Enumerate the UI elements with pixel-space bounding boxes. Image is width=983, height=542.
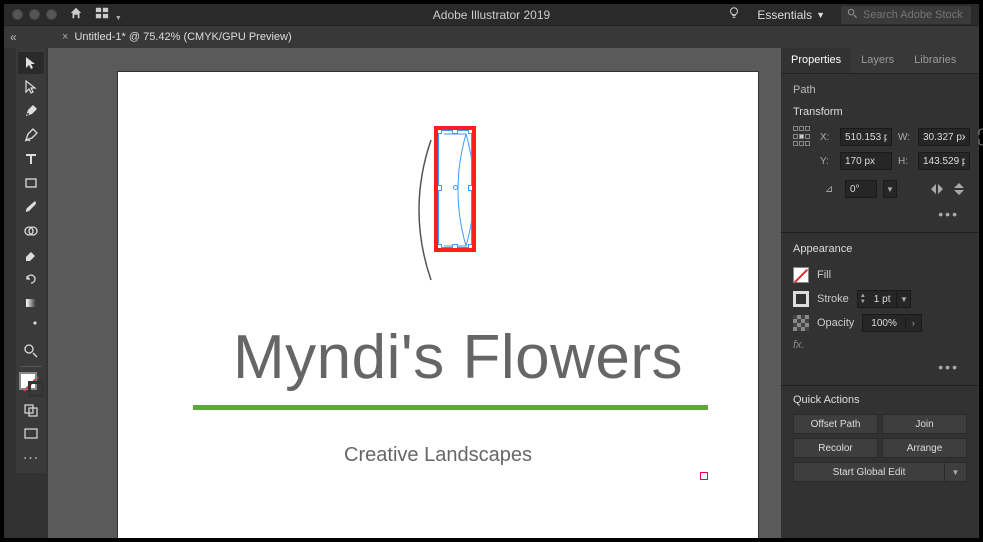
fill-stroke-swatch[interactable] — [18, 371, 44, 397]
traffic-close[interactable] — [12, 9, 23, 20]
screen-mode-icon[interactable] — [18, 423, 44, 445]
y-label: Y: — [820, 156, 834, 167]
rectangle-tool[interactable] — [18, 172, 44, 194]
tab-layers[interactable]: Layers — [851, 48, 904, 73]
stroke-swatch[interactable] — [28, 381, 44, 397]
app-window: ▼ Adobe Illustrator 2019 Essentials ▼ « … — [0, 0, 983, 542]
gradient-tool[interactable] — [18, 292, 44, 314]
search-input[interactable] — [863, 9, 965, 21]
tips-icon[interactable] — [727, 6, 741, 23]
close-tab-icon[interactable]: × — [62, 31, 68, 43]
opacity-field[interactable]: 100% › — [862, 314, 922, 332]
arrange-button[interactable]: Arrange — [882, 438, 967, 458]
h-label: H: — [898, 156, 912, 167]
fill-swatch-none[interactable] — [793, 267, 809, 283]
panel-tabs: Properties Layers Libraries — [781, 48, 979, 74]
curvature-tool[interactable] — [18, 124, 44, 146]
eraser-tool[interactable] — [18, 244, 44, 266]
x-field[interactable] — [840, 128, 892, 146]
constrain-proportions-icon[interactable] — [976, 126, 983, 148]
y-field[interactable] — [840, 152, 892, 170]
canvas-area[interactable]: Myndi's Flowers Creative Landscapes — [48, 48, 781, 538]
selection-type-label: Path — [793, 84, 967, 96]
tutorial-highlight — [434, 126, 476, 252]
flip-horizontal-icon[interactable] — [929, 182, 945, 196]
eyedropper-tool[interactable] — [18, 316, 44, 338]
start-global-edit-button[interactable]: Start Global Edit — [793, 462, 945, 482]
recolor-button[interactable]: Recolor — [793, 438, 878, 458]
w-field[interactable] — [918, 128, 970, 146]
artboard: Myndi's Flowers Creative Landscapes — [118, 72, 758, 538]
stroke-swatch-panel[interactable] — [793, 291, 809, 307]
h-field[interactable] — [918, 152, 970, 170]
appearance-more-options[interactable]: ••• — [793, 355, 967, 379]
artwork-title-text: Myndi's Flowers — [188, 322, 728, 393]
rotate-tool[interactable] — [18, 268, 44, 290]
flip-vertical-icon[interactable] — [951, 182, 967, 196]
document-tab-label: Untitled-1* @ 75.42% (CMYK/GPU Preview) — [74, 31, 291, 43]
main-area: ⋯ — [4, 48, 979, 538]
shape-builder-tool[interactable] — [18, 220, 44, 242]
slug-marker — [700, 472, 708, 480]
transform-more-options[interactable]: ••• — [793, 202, 967, 226]
search-icon — [847, 8, 858, 22]
chevron-down-icon: ▼ — [816, 10, 825, 20]
draw-mode-icon[interactable] — [18, 399, 44, 421]
adobe-stock-search[interactable] — [841, 6, 971, 24]
edit-toolbar-icon[interactable]: ⋯ — [18, 447, 44, 469]
fx-label[interactable]: fx. — [793, 335, 967, 355]
zoom-tool[interactable] — [18, 340, 44, 362]
pen-tool[interactable] — [18, 100, 44, 122]
workspace-switcher[interactable]: Essentials ▼ — [751, 6, 831, 24]
document-tab[interactable]: × Untitled-1* @ 75.42% (CMYK/GPU Preview… — [54, 31, 300, 43]
tools-panel: ⋯ — [4, 48, 48, 538]
global-edit-options-button[interactable]: ▼ — [945, 462, 967, 482]
rotate-dropdown[interactable]: ▼ — [883, 180, 897, 198]
appearance-section-title: Appearance — [793, 243, 967, 255]
mac-title-bar: ▼ Adobe Illustrator 2019 Essentials ▼ — [4, 4, 979, 26]
type-tool[interactable] — [18, 148, 44, 170]
reference-point-grid[interactable] — [793, 126, 810, 148]
fill-label: Fill — [817, 269, 831, 281]
stroke-label: Stroke — [817, 293, 849, 305]
document-tab-strip: « × Untitled-1* @ 75.42% (CMYK/GPU Previ… — [4, 26, 979, 48]
artwork-subtitle-text: Creative Landscapes — [118, 444, 758, 467]
tab-properties[interactable]: Properties — [781, 48, 851, 73]
direct-selection-tool[interactable] — [18, 76, 44, 98]
selection-tool[interactable] — [18, 52, 44, 74]
artwork-divider-line — [193, 405, 708, 410]
transform-section-title: Transform — [793, 106, 967, 118]
join-button[interactable]: Join — [882, 414, 967, 434]
angle-icon: ⊿ — [825, 184, 839, 195]
arrange-documents-icon[interactable]: ▼ — [95, 6, 122, 23]
properties-panel: Properties Layers Libraries Path Transfo… — [781, 48, 979, 538]
quick-actions-title: Quick Actions — [793, 394, 967, 406]
traffic-zoom[interactable] — [46, 9, 57, 20]
home-icon[interactable] — [69, 6, 83, 23]
w-label: W: — [898, 132, 912, 143]
paintbrush-tool[interactable] — [18, 196, 44, 218]
rotate-field[interactable]: 0° — [845, 180, 877, 198]
x-label: X: — [820, 132, 834, 143]
opacity-swatch-icon[interactable] — [793, 315, 809, 331]
stroke-weight-field[interactable]: ▲▼ 1 pt ▼ — [857, 290, 912, 308]
opacity-label: Opacity — [817, 317, 854, 329]
traffic-minimize[interactable] — [29, 9, 40, 20]
offset-path-button[interactable]: Offset Path — [793, 414, 878, 434]
tab-libraries[interactable]: Libraries — [904, 48, 966, 73]
tab-strip-grip-icon[interactable]: « — [10, 30, 17, 44]
tool-separator — [20, 366, 42, 367]
workspace-label: Essentials — [757, 8, 812, 22]
